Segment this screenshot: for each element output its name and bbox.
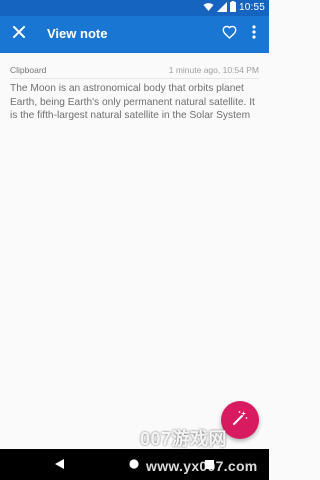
status-bar: 10:55 xyxy=(0,0,269,16)
page-title: View note xyxy=(47,26,108,41)
note-source: Clipboard xyxy=(10,65,47,75)
note-timestamp: 1 minute ago, 10:54 PM xyxy=(168,65,259,75)
note-body[interactable]: The Moon is an astronomical body that or… xyxy=(10,82,262,123)
more-options-button[interactable] xyxy=(244,21,264,47)
more-vert-icon xyxy=(252,24,256,44)
recents-button[interactable] xyxy=(199,455,219,475)
wifi-icon xyxy=(203,0,214,17)
signal-icon xyxy=(216,0,227,17)
app-bar: View note xyxy=(0,16,269,53)
watermark-brand: 007游戏网 xyxy=(140,429,228,449)
home-icon xyxy=(129,456,139,474)
battery-icon xyxy=(229,0,236,17)
favorite-button[interactable] xyxy=(216,21,242,47)
navigation-bar xyxy=(0,449,269,480)
close-button[interactable] xyxy=(6,21,32,47)
back-button[interactable] xyxy=(49,455,69,475)
recents-icon xyxy=(204,456,214,474)
magic-action-button[interactable] xyxy=(221,401,259,439)
divider xyxy=(10,78,259,79)
note-header: Clipboard 1 minute ago, 10:54 PM xyxy=(10,63,259,77)
close-icon xyxy=(12,25,26,43)
status-icons: 10:55 xyxy=(203,0,265,17)
heart-outline-icon xyxy=(222,25,237,44)
back-icon xyxy=(54,456,64,474)
home-button[interactable] xyxy=(124,455,144,475)
status-time: 10:55 xyxy=(238,2,265,13)
magic-wand-icon xyxy=(232,410,248,431)
